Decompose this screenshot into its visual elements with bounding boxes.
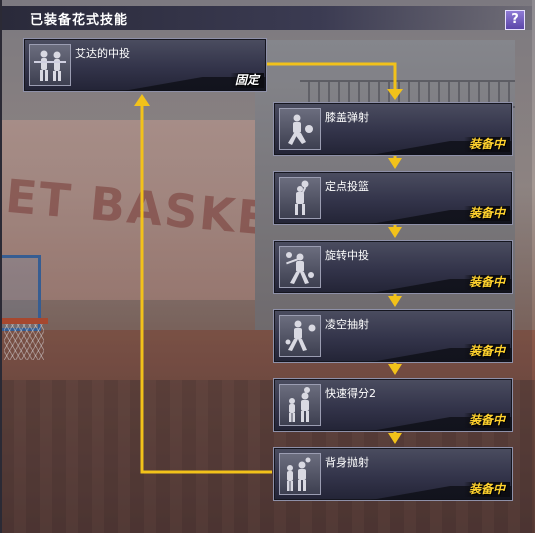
player-quick-score-icon <box>279 384 321 426</box>
panel-header: 已装备花式技能 <box>2 6 532 30</box>
skill-card-6[interactable]: 快速得分2 装备中 <box>273 378 513 432</box>
skill-status-badge: 装备中 <box>463 137 510 152</box>
skill-name: 膝盖弹射 <box>325 111 369 124</box>
skill-name: 定点投篮 <box>325 180 369 193</box>
skill-card-4[interactable]: 旋转中投 装备中 <box>273 240 513 294</box>
skill-status-badge: 固定 <box>229 73 264 88</box>
skill-card-2[interactable]: 膝盖弹射 装备中 <box>273 102 513 156</box>
skill-status-badge: 装备中 <box>463 275 510 290</box>
player-volley-shot-icon <box>279 315 321 357</box>
help-button[interactable]: ? <box>505 10 525 30</box>
skill-name: 旋转中投 <box>325 249 369 262</box>
player-back-toss-icon <box>279 453 321 495</box>
skill-name: 艾达的中投 <box>75 47 130 60</box>
skill-status-badge: 装备中 <box>463 344 510 359</box>
skill-card-3[interactable]: 定点投篮 装备中 <box>273 171 513 225</box>
skill-card-1[interactable]: 艾达的中投 固定 <box>23 38 267 92</box>
skill-status-badge: 装备中 <box>463 413 510 428</box>
skill-name: 快速得分2 <box>325 387 376 400</box>
skill-name: 凌空抽射 <box>325 318 369 331</box>
player-spin-shot-icon <box>279 246 321 288</box>
two-players-shooting-icon <box>29 44 71 86</box>
skill-name: 背身抛射 <box>325 456 369 469</box>
skill-status-badge: 装备中 <box>463 482 510 497</box>
player-knee-bounce-icon <box>279 108 321 150</box>
skill-card-5[interactable]: 凌空抽射 装备中 <box>273 309 513 363</box>
skill-status-badge: 装备中 <box>463 206 510 221</box>
panel-title: 已装备花式技能 <box>30 13 129 28</box>
player-spot-shot-icon <box>279 177 321 219</box>
skill-card-7[interactable]: 背身抛射 装备中 <box>273 447 513 501</box>
